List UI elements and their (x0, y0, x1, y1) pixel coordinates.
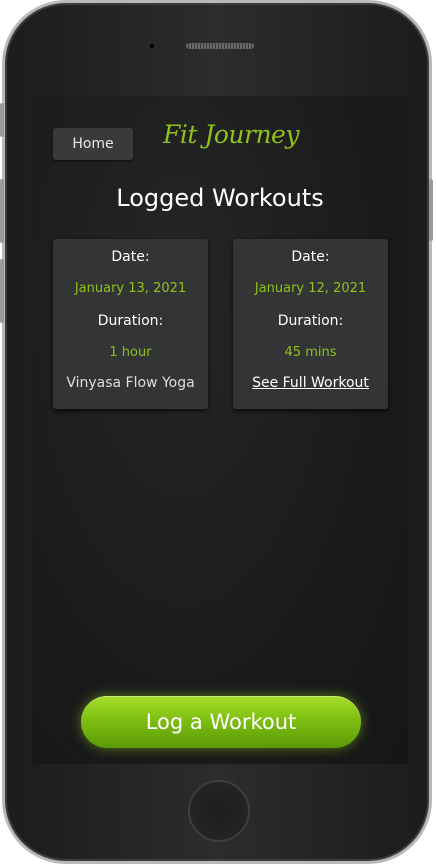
see-full-workout-link[interactable]: See Full Workout (233, 375, 388, 391)
front-camera (148, 42, 156, 50)
phone-frame: Home Fit Journey Logged Workouts Date: J… (0, 0, 433, 864)
volume-down-button (0, 259, 4, 323)
date-label: Date: (111, 249, 150, 265)
date-label: Date: (291, 249, 330, 265)
workout-card: Date: January 13, 2021 Duration: 1 hour … (53, 239, 208, 409)
page-title: Logged Workouts (116, 184, 324, 212)
workout-card: Date: January 12, 2021 Duration: 45 mins… (233, 239, 388, 409)
volume-up-button (0, 179, 4, 243)
duration-value: 45 mins (284, 345, 337, 360)
log-workout-button[interactable]: Log a Workout (81, 696, 361, 748)
app-screen: Home Fit Journey Logged Workouts Date: J… (32, 96, 408, 764)
mute-switch (0, 103, 4, 137)
home-button[interactable]: Home (53, 128, 133, 160)
hardware-home-button[interactable] (188, 780, 250, 842)
duration-value: 1 hour (109, 345, 152, 360)
earpiece-speaker (186, 43, 254, 49)
duration-label: Duration: (97, 313, 164, 329)
duration-label: Duration: (277, 313, 344, 329)
date-value: January 12, 2021 (254, 281, 367, 296)
power-button (429, 179, 433, 241)
app-logo: Fit Journey (163, 120, 299, 149)
date-value: January 13, 2021 (74, 281, 187, 296)
workout-name: Vinyasa Flow Yoga (66, 375, 195, 391)
